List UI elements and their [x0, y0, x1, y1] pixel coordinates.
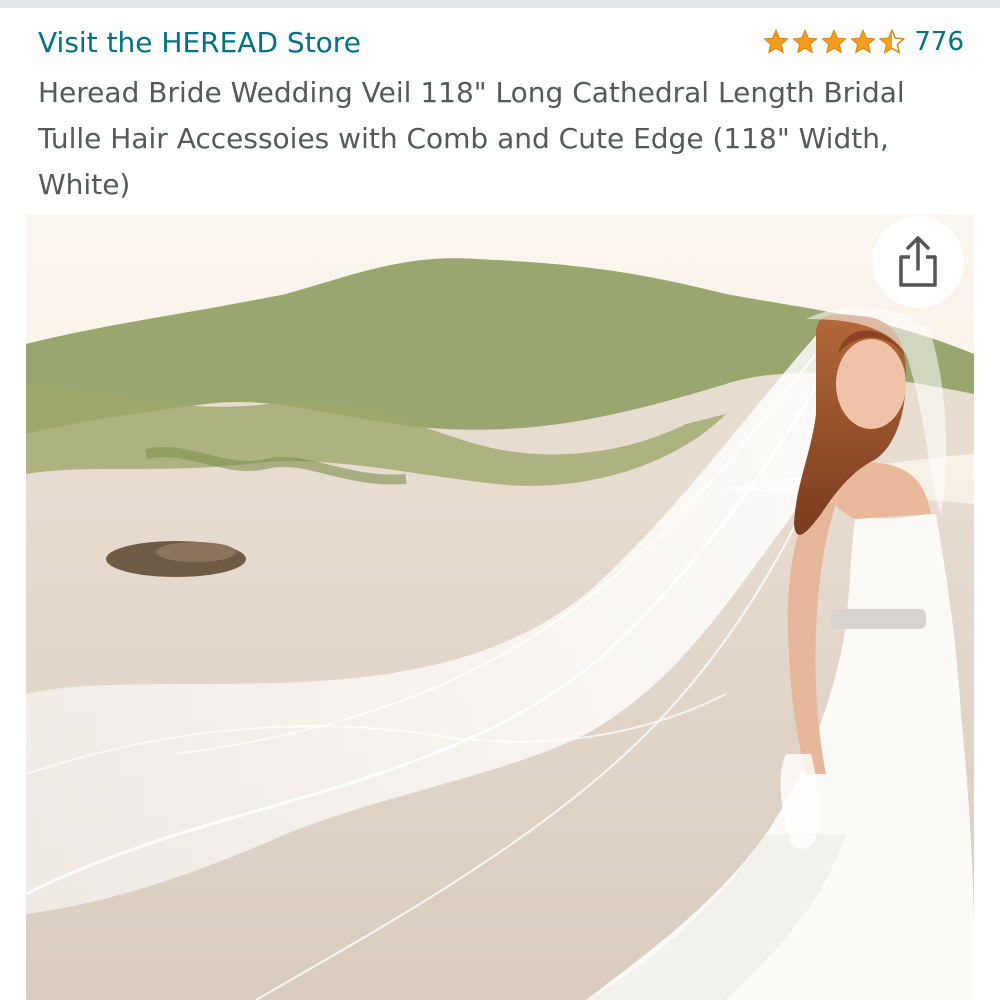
star-rating [762, 28, 906, 56]
store-rating-row: Visit the HEREAD Store 776 [38, 22, 968, 62]
share-icon [899, 236, 937, 287]
star-full-icon [821, 29, 848, 54]
visit-store-link[interactable]: Visit the HEREAD Store [38, 26, 361, 59]
star-half-icon [879, 28, 906, 54]
rating-count[interactable]: 776 [914, 27, 964, 57]
rating-summary[interactable]: 776 [762, 27, 964, 57]
share-button[interactable] [872, 216, 964, 308]
product-photo-illustration [26, 214, 974, 1000]
product-title: Heread Bride Wedding Veil 118" Long Cath… [38, 76, 905, 201]
star-full-icon [763, 29, 790, 54]
star-full-icon [792, 29, 819, 54]
product-header: Visit the HEREAD Store 776 Heread Bride … [38, 22, 968, 208]
product-photo[interactable] [26, 214, 974, 1000]
top-divider [0, 0, 1000, 8]
star-full-icon [850, 29, 877, 54]
